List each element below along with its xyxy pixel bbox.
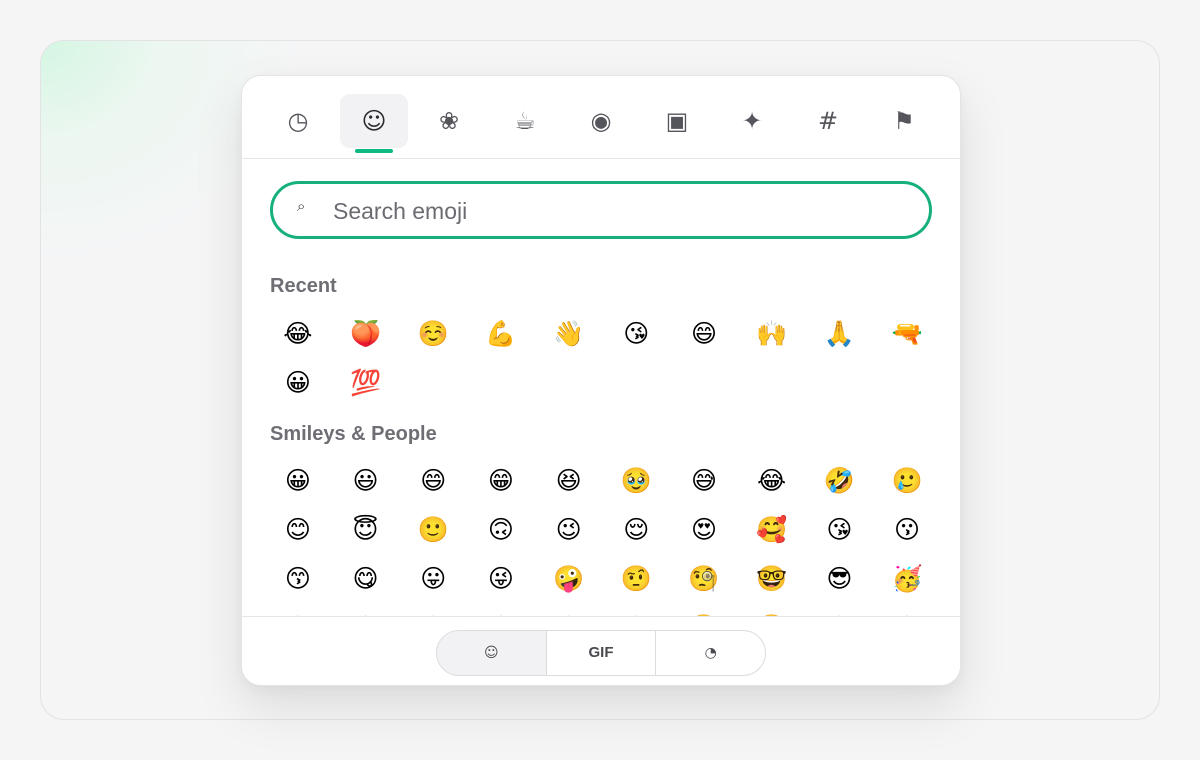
emoji-picker: ◷ ☺ ❀ ☕ ◉ ▣ ✦ # ⚑ ⌕ Recent 😂 <box>241 75 961 686</box>
objects-square-icon: ▣ <box>665 107 689 135</box>
emoji-item[interactable]: 🔫 <box>873 309 941 358</box>
emoji-item[interactable]: 🧐 <box>670 554 738 603</box>
emoji-item[interactable]: 😗 <box>873 505 941 554</box>
emoji-item[interactable]: 😜 <box>467 554 535 603</box>
emoji-item[interactable]: 😍 <box>670 505 738 554</box>
emoji-item[interactable]: 😞 <box>399 603 467 616</box>
recent-clock-icon: ◷ <box>287 107 309 135</box>
gif-tab[interactable]: GIF <box>547 631 657 675</box>
recent-tab[interactable]: ◔ <box>656 631 765 675</box>
emoji-item[interactable]: 💯 <box>332 358 400 407</box>
emoji-item[interactable]: 🙃 <box>467 505 535 554</box>
recent-emoji-grid: 😂 🍑 ☺️ 💪 👋 😘 😄 🙌 🙏 🔫 😀 💯 <box>264 309 944 407</box>
emoji-item[interactable]: 😁 <box>467 456 535 505</box>
tab-activity[interactable]: ◉ <box>567 94 635 148</box>
sparkle-icon: ✦ <box>741 107 763 135</box>
emoji-item[interactable]: 😃 <box>332 456 400 505</box>
flower-icon: ❀ <box>438 107 460 135</box>
emoji-item[interactable]: 💪 <box>467 309 535 358</box>
flag-icon: ⚑ <box>893 107 915 135</box>
emoji-item[interactable]: 🤨 <box>602 554 670 603</box>
emoji-item[interactable]: 😘 <box>602 309 670 358</box>
search-input[interactable] <box>331 192 895 230</box>
emoji-item[interactable]: 🤣 <box>806 456 874 505</box>
section-title-smileys: Smileys & People <box>270 423 437 445</box>
emoji-item[interactable]: 🙌 <box>738 309 806 358</box>
tab-recent[interactable]: ◷ <box>264 94 332 148</box>
tab-food[interactable]: ☕ <box>491 94 559 148</box>
smiley-icon: ☺ <box>361 107 387 135</box>
emoji-item[interactable]: 😂 <box>738 456 806 505</box>
emoji-item[interactable]: 😘 <box>806 505 874 554</box>
emoji-item[interactable]: 👋 <box>535 309 603 358</box>
emoji-item[interactable]: 🍑 <box>332 309 400 358</box>
emoji-item[interactable]: 🤓 <box>738 554 806 603</box>
smileys-emoji-grid: 😀😃😄😁😆🥹😅😂🤣🥲 😊😇🙂🙃😉😌😍🥰😘😗 😙😋😛😜🤪🤨🧐🤓😎🥳 😏😒😞😔😟😕🙁☹️😣… <box>264 456 944 616</box>
emoji-item[interactable]: 🥹 <box>602 456 670 505</box>
emoji-item[interactable]: 🥳 <box>873 554 941 603</box>
tab-travel[interactable]: ✦ <box>718 94 786 148</box>
emoji-item[interactable]: ☺️ <box>399 309 467 358</box>
search-box[interactable]: ⌕ <box>270 181 932 239</box>
emoji-tab[interactable]: ☺ <box>437 631 547 675</box>
emoji-item[interactable]: 😒 <box>332 603 400 616</box>
footer-bar: ☺ GIF ◔ <box>242 616 960 685</box>
emoji-item[interactable]: 😛 <box>399 554 467 603</box>
emoji-item[interactable]: 😆 <box>535 456 603 505</box>
emoji-item[interactable]: 😀 <box>264 358 332 407</box>
emoji-item[interactable]: 😖 <box>873 603 941 616</box>
search-icon: ⌕ <box>297 197 306 215</box>
emoji-item[interactable]: 😏 <box>264 603 332 616</box>
tab-symbols[interactable]: # <box>794 94 862 148</box>
mode-switcher: ☺ GIF ◔ <box>436 630 766 676</box>
coffee-icon: ☕ <box>514 107 536 135</box>
emoji-item[interactable]: ☹️ <box>738 603 806 616</box>
emoji-item[interactable]: 😟 <box>535 603 603 616</box>
emoji-item[interactable]: 😙 <box>264 554 332 603</box>
activity-circle-icon: ◉ <box>590 107 612 135</box>
emoji-item[interactable]: 😇 <box>332 505 400 554</box>
emoji-item[interactable]: 😅 <box>670 456 738 505</box>
emoji-item[interactable]: 😕 <box>602 603 670 616</box>
tab-smileys[interactable]: ☺ <box>340 94 408 153</box>
active-tab-indicator <box>355 149 393 153</box>
tab-objects[interactable]: ▣ <box>643 94 711 148</box>
emoji-item[interactable]: 😣 <box>806 603 874 616</box>
emoji-item[interactable]: 😔 <box>467 603 535 616</box>
emoji-item[interactable]: 🤪 <box>535 554 603 603</box>
tab-flags[interactable]: ⚑ <box>870 94 938 148</box>
emoji-item[interactable]: 🥲 <box>873 456 941 505</box>
emoji-item[interactable]: 😄 <box>399 456 467 505</box>
emoji-item[interactable]: 🙏 <box>806 309 874 358</box>
emoji-item[interactable]: 😂 <box>264 309 332 358</box>
category-bar: ◷ ☺ ❀ ☕ ◉ ▣ ✦ # ⚑ <box>242 76 960 159</box>
emoji-item[interactable]: 😊 <box>264 505 332 554</box>
emoji-item[interactable]: 🙁 <box>670 603 738 616</box>
emoji-item[interactable]: 😀 <box>264 456 332 505</box>
emoji-item[interactable]: 😎 <box>806 554 874 603</box>
emoji-scroll-area[interactable]: Recent 😂 🍑 ☺️ 💪 👋 😘 😄 🙌 🙏 🔫 😀 💯 Smileys & People 😀 😃… <box>242 262 960 616</box>
section-title-recent: Recent <box>270 275 337 297</box>
emoji-item[interactable]: 😌 <box>602 505 670 554</box>
emoji-item[interactable]: 😄 <box>670 309 738 358</box>
emoji-item[interactable]: 😋 <box>332 554 400 603</box>
emoji-item[interactable]: 😉 <box>535 505 603 554</box>
symbols-hash-icon: # <box>817 107 839 135</box>
emoji-item[interactable]: 🙂 <box>399 505 467 554</box>
tab-nature[interactable]: ❀ <box>415 94 483 148</box>
emoji-item[interactable]: 🥰 <box>738 505 806 554</box>
